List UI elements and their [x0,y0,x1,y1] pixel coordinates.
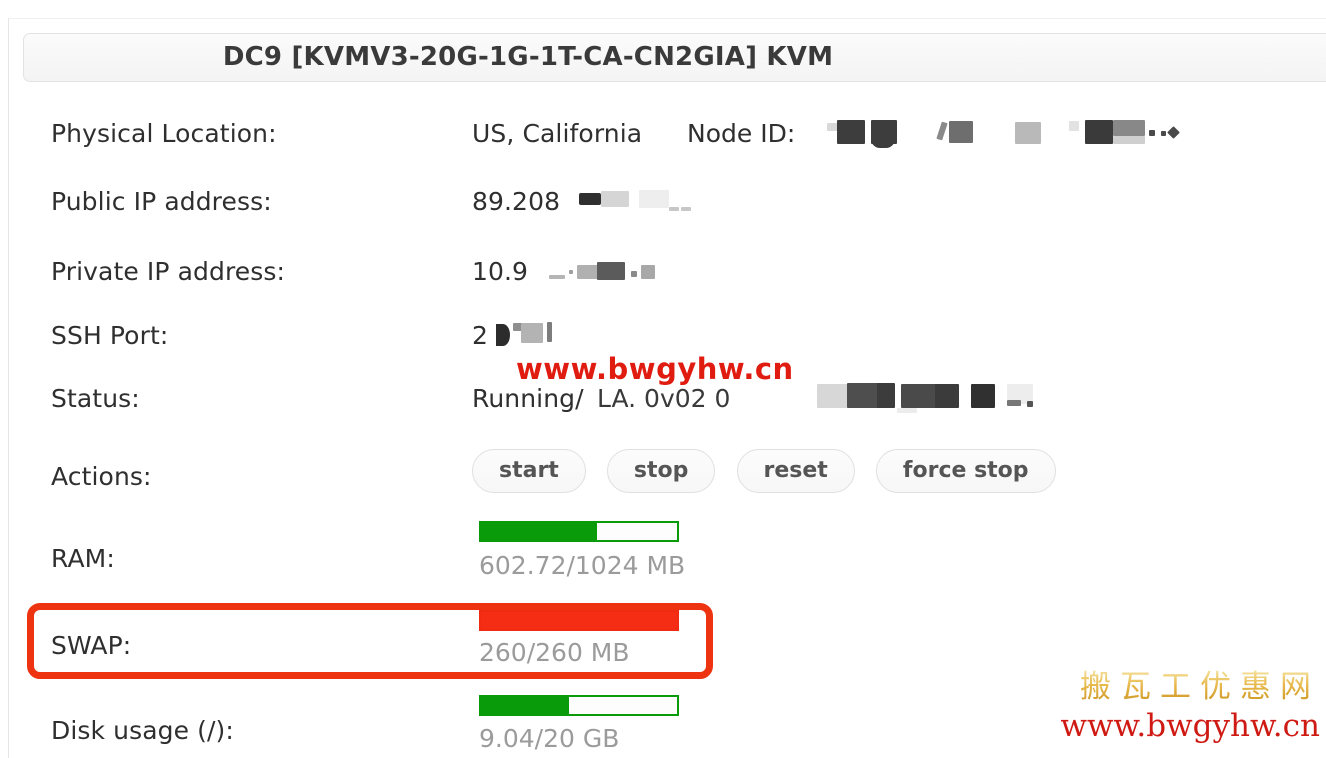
swap-label: SWAP: [51,631,132,660]
swap-meter-track [479,610,679,631]
ssh-port-label: SSH Port: [51,321,169,350]
redaction-block [681,207,691,211]
redaction-block [1113,120,1145,136]
redaction-block [1113,136,1145,144]
redaction-block [897,408,917,413]
public-ip-value: 89.208 [472,187,561,216]
redaction-block [971,384,995,408]
start-button[interactable]: start [472,449,586,493]
disk-meter-track [479,695,679,716]
redaction-block [577,265,599,279]
redaction-block [817,384,851,408]
redaction-block [877,383,895,408]
action-buttons-group: start stop reset force stop [472,449,1072,495]
redaction-block [631,271,637,277]
redaction-block [1007,400,1021,406]
swap-meter-text: 260/260 MB [479,638,630,667]
node-id-label: Node ID: [687,119,796,148]
redaction-block [837,120,865,144]
redaction-block [521,323,543,343]
redaction-block [569,270,573,274]
redaction-block [641,265,655,279]
redaction-block [1027,401,1033,407]
redaction-block [1085,120,1113,144]
swap-meter-fill [481,612,677,629]
redaction-block [936,121,948,141]
redaction-block [1167,126,1180,139]
ram-meter-text: 602.72/1024 MB [479,551,686,580]
redaction-block [1069,121,1079,131]
private-ip-value: 10.9 [472,257,529,286]
stop-button[interactable]: stop [606,449,716,493]
page-title: DC9 [KVMV3-20G-1G-1T-CA-CN2GIA] KVM [222,42,834,72]
reset-button[interactable]: reset [736,449,855,493]
status-extra-value: LA. 0v02 0 [597,384,731,413]
physical-location-value: US, California [472,119,643,148]
physical-location-label: Physical Location: [51,119,277,148]
force-stop-button[interactable]: force stop [875,449,1056,493]
vps-info-panel: DC9 [KVMV3-20G-1G-1T-CA-CN2GIA] KVM Phys… [8,18,1326,758]
redaction-block [669,207,679,211]
redaction-block [549,275,565,279]
status-label: Status: [51,384,140,413]
disk-usage-label: Disk usage (/): [51,716,234,745]
ram-label: RAM: [51,544,115,573]
ram-meter-fill [481,523,597,540]
disk-meter-text: 9.04/20 GB [479,724,620,753]
redaction-block [579,193,601,205]
redaction-block [935,384,959,408]
private-ip-label: Private IP address: [51,257,286,286]
redaction-block [496,324,510,346]
panel-header: DC9 [KVMV3-20G-1G-1T-CA-CN2GIA] KVM [23,33,1326,82]
redaction-block [871,139,895,148]
redaction-block [1149,130,1155,136]
redaction-block [1161,131,1166,136]
status-value: Running/ [472,384,584,413]
actions-label: Actions: [51,462,152,491]
redaction-block [639,190,669,208]
disk-meter-fill [481,697,570,714]
redaction-block [847,383,881,408]
redaction-block [1015,122,1041,144]
redaction-block [949,121,973,143]
ram-meter-track [479,521,679,542]
redaction-block [601,191,629,207]
public-ip-label: Public IP address: [51,187,272,216]
redaction-block [901,384,937,408]
ssh-port-value: 2 [472,321,489,350]
redaction-block [547,322,552,342]
redaction-block [597,262,625,280]
